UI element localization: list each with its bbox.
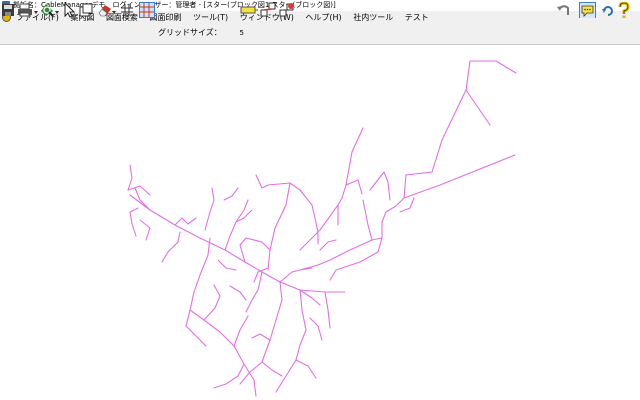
measure-icon[interactable]	[240, 2, 258, 18]
cable-segment	[261, 281, 283, 363]
zoom-icon[interactable]	[39, 2, 55, 18]
cable-segment	[204, 187, 215, 231]
cable-segment	[233, 315, 249, 347]
cable-segment	[345, 127, 364, 195]
cable-segment	[255, 174, 313, 206]
node-delete-icon[interactable]	[279, 2, 295, 18]
cable-segment	[217, 259, 237, 271]
cable-segment	[319, 239, 337, 251]
cable-segment	[245, 271, 263, 313]
help-icon[interactable]	[617, 2, 631, 18]
copy-icon[interactable]	[78, 2, 94, 18]
cable-segment	[381, 197, 405, 239]
menu-bar: ファイル(F) 案内図 図面検索 図面印刷 ツール(T) ウィンドウ(W) ヘル…	[0, 11, 640, 24]
grid-icon[interactable]	[139, 2, 155, 18]
cable-segment	[279, 267, 313, 283]
cable-segment	[224, 199, 249, 251]
refresh-icon[interactable]	[602, 2, 614, 18]
print-icon[interactable]	[17, 2, 33, 18]
cable-segment	[203, 284, 221, 321]
cable-segment	[295, 289, 307, 361]
cable-segment	[223, 187, 239, 201]
cable-segment	[295, 359, 317, 379]
zoom-dropdown-icon[interactable]	[55, 2, 59, 18]
cable-segment	[299, 239, 373, 271]
cable-segment	[161, 231, 181, 263]
cable-segment	[134, 187, 151, 211]
pointer-icon[interactable]	[63, 2, 75, 18]
cable-segment	[174, 217, 197, 226]
menu-test[interactable]: テスト	[405, 11, 429, 24]
cable-segment	[239, 237, 271, 263]
cable-segment	[469, 60, 517, 74]
cable-segment	[185, 237, 211, 327]
crosshair-icon[interactable]	[120, 2, 134, 18]
cable-segment	[185, 325, 207, 347]
cable-segment	[299, 289, 321, 306]
cable-segment	[465, 60, 491, 126]
cable-segment	[369, 171, 391, 201]
cable-segment	[235, 209, 253, 223]
title-bar: 拠訴名：CableManagerデモ ログインユーザー：管理者 - [スター(ブ…	[0, 0, 640, 11]
cable-segment	[362, 199, 383, 241]
cable-segment	[229, 285, 247, 301]
eraser-dropdown-icon[interactable]	[112, 2, 116, 18]
cable-segment	[311, 204, 319, 245]
print-dropdown-icon[interactable]	[34, 2, 38, 18]
cable-segment	[324, 291, 331, 329]
drawing-canvas[interactable]	[0, 45, 640, 400]
cable-segment	[299, 184, 347, 251]
grid-size-label: グリッドサイズ：	[158, 28, 222, 37]
cable-network-drawing	[127, 60, 517, 397]
save-icon[interactable]	[1, 2, 15, 18]
grid-size-input[interactable]: 5	[224, 27, 244, 39]
cable-segment	[189, 309, 245, 365]
cable-segment	[403, 89, 516, 199]
menu-help[interactable]: ヘルプ(H)	[305, 11, 341, 24]
cable-segment	[127, 164, 151, 196]
cable-segment	[261, 361, 283, 377]
cable-segment	[309, 317, 323, 341]
eraser-icon[interactable]	[97, 2, 113, 18]
node-tool-icon[interactable]	[260, 2, 276, 18]
cable-segment	[139, 219, 151, 241]
menu-tools[interactable]: ツール(T)	[193, 11, 228, 24]
cable-segment	[251, 333, 271, 341]
menu-internal-tools[interactable]: 社内ツール	[353, 11, 393, 24]
cable-segment	[129, 207, 139, 237]
cable-segment	[213, 363, 245, 389]
cable-segment	[275, 359, 297, 393]
toolbar	[0, 24, 640, 45]
cable-segment	[329, 237, 383, 281]
undo-icon[interactable]	[556, 2, 570, 18]
chat-icon[interactable]	[579, 2, 596, 18]
cable-segment	[267, 182, 291, 271]
